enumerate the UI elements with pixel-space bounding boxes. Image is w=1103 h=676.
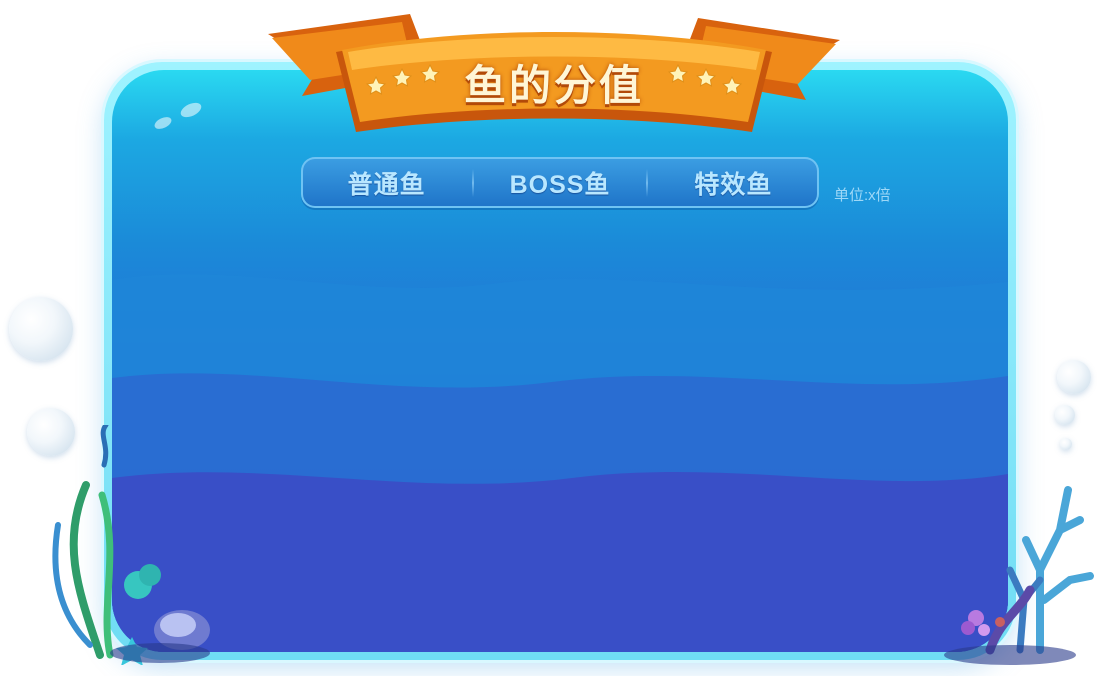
seaweed-left-decoration: [52, 425, 210, 665]
tab-boss-fish[interactable]: BOSS鱼: [474, 157, 645, 208]
bubble-decoration: [1055, 405, 1075, 425]
fish-category-tabs: 普通鱼 BOSS鱼 特效鱼: [301, 157, 819, 208]
page-title: 鱼的分值: [463, 62, 644, 109]
bubble-decoration: [1057, 360, 1091, 394]
tab-normal-fish[interactable]: 普通鱼: [301, 157, 472, 208]
bubble-decoration: [1060, 438, 1072, 450]
fish-value-panel: [104, 62, 1016, 660]
title-ribbon: 鱼的分值: [262, 14, 846, 144]
coral-right-decoration: [944, 486, 1094, 665]
tab-effect-fish[interactable]: 特效鱼: [648, 157, 819, 208]
bubble-decoration: [9, 297, 73, 361]
unit-label: 单位:x倍: [834, 187, 891, 204]
